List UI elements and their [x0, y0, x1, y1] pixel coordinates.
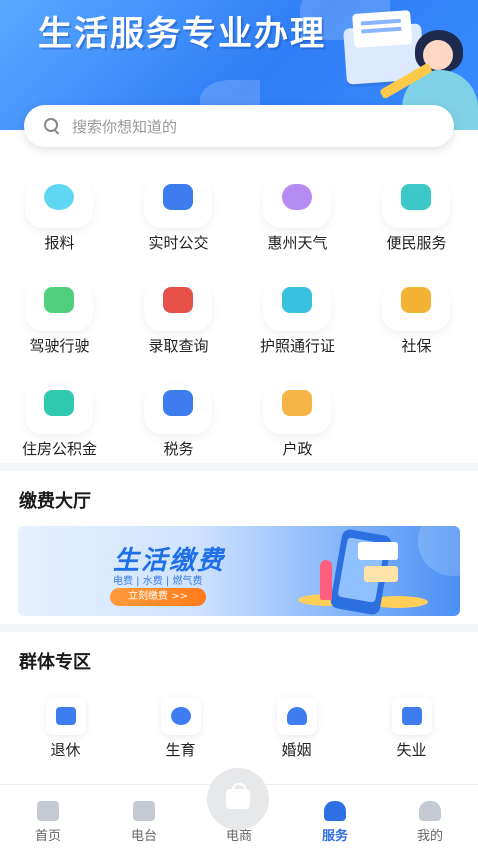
- group-tile: [46, 697, 86, 735]
- service-item-convenience[interactable]: 便民服务: [357, 170, 476, 260]
- airplane-icon: [282, 287, 312, 313]
- radio-icon: [133, 801, 155, 821]
- search-icon: [44, 118, 60, 134]
- group-tile: [161, 697, 201, 735]
- service-item-housing-fund[interactable]: 住房公积金: [0, 376, 119, 466]
- sun-icon: [44, 184, 74, 210]
- decorative-circle: [418, 526, 460, 576]
- service-label: 惠州天气: [267, 234, 328, 252]
- group-label: 生育: [165, 741, 196, 759]
- service-label: 实时公交: [148, 234, 209, 252]
- tax-shield-icon: [163, 390, 193, 416]
- group-tile: [392, 697, 432, 735]
- service-heart-icon: [324, 801, 346, 821]
- pay-now-button[interactable]: 立刻缴费 >>: [110, 588, 206, 606]
- service-item-weather[interactable]: 惠州天气: [238, 170, 357, 260]
- profile-icon: [419, 801, 441, 821]
- tab-label: 首页: [34, 829, 61, 844]
- group-item-unemployment[interactable]: 失业: [352, 697, 471, 767]
- ecommerce-center-button[interactable]: [207, 768, 269, 830]
- tab-label: 服务: [321, 829, 348, 844]
- household-registration-icon: [282, 390, 312, 416]
- service-label: 驾驶行驶: [29, 337, 90, 355]
- service-item-admission[interactable]: 录取查询: [119, 273, 238, 363]
- service-item-driving[interactable]: 驾驶行驶: [0, 273, 119, 363]
- unemployment-icon: [402, 707, 422, 725]
- payment-section-title: 缴费大厅: [19, 491, 91, 512]
- payment-banner[interactable]: 生活缴费 电费 | 水费 | 燃气费 立刻缴费 >>: [18, 526, 460, 616]
- tab-service[interactable]: 服务: [287, 785, 383, 850]
- service-item-baoliao[interactable]: 报料: [0, 170, 119, 260]
- group-tile: [277, 697, 317, 735]
- tab-label: 我的: [416, 829, 443, 844]
- service-item-passport[interactable]: 护照通行证: [238, 273, 357, 363]
- service-label: 户政: [282, 440, 313, 458]
- group-label: 退休: [50, 741, 81, 759]
- license-card-icon: [44, 287, 74, 313]
- weather-cloud-icon: [282, 184, 312, 210]
- payment-banner-subtitle: 电费 | 水费 | 燃气费: [113, 576, 203, 587]
- group-item-birth[interactable]: 生育: [121, 697, 240, 767]
- service-label: 报料: [44, 234, 75, 252]
- tab-radio[interactable]: 电台: [96, 785, 192, 850]
- group-label: 婚姻: [281, 741, 312, 759]
- tab-home[interactable]: 首页: [0, 785, 96, 850]
- service-label: 住房公积金: [21, 440, 97, 458]
- card-illustration: [358, 542, 398, 560]
- tab-profile[interactable]: 我的: [382, 785, 478, 850]
- banner-title: 生活服务专业办理: [38, 14, 326, 54]
- section-divider: [0, 624, 478, 632]
- group-section-title: 群体专区: [19, 652, 91, 673]
- service-item-social-security[interactable]: 社保: [357, 273, 476, 363]
- service-label: 录取查询: [148, 337, 209, 355]
- section-divider: [0, 463, 478, 471]
- group-item-retirement[interactable]: 退休: [6, 697, 125, 767]
- baby-icon: [171, 707, 191, 725]
- retiree-icon: [56, 707, 76, 725]
- house-fund-icon: [44, 390, 74, 416]
- person-illustration: [320, 560, 332, 600]
- group-label: 失业: [396, 741, 427, 759]
- home-icon: [37, 801, 59, 821]
- group-item-marriage[interactable]: 婚姻: [237, 697, 356, 767]
- service-item-tax[interactable]: 税务: [119, 376, 238, 466]
- heart-hands-icon: [401, 184, 431, 210]
- service-label: 社保: [401, 337, 432, 355]
- graduation-cap-icon: [163, 287, 193, 313]
- service-label: 护照通行证: [259, 337, 335, 355]
- service-label: 税务: [163, 440, 194, 458]
- service-item-bus[interactable]: 实时公交: [119, 170, 238, 260]
- social-security-badge-icon: [401, 287, 431, 313]
- search-input[interactable]: 搜索你想知道的: [72, 116, 177, 137]
- service-item-household[interactable]: 户政: [238, 376, 357, 466]
- service-label: 便民服务: [386, 234, 447, 252]
- marriage-heart-icon: [287, 707, 307, 725]
- bus-icon: [163, 184, 193, 210]
- tab-label: 电台: [130, 829, 157, 844]
- card-illustration: [364, 566, 398, 582]
- shopping-bag-icon: [226, 783, 250, 809]
- search-bar[interactable]: 搜索你想知道的: [24, 105, 454, 147]
